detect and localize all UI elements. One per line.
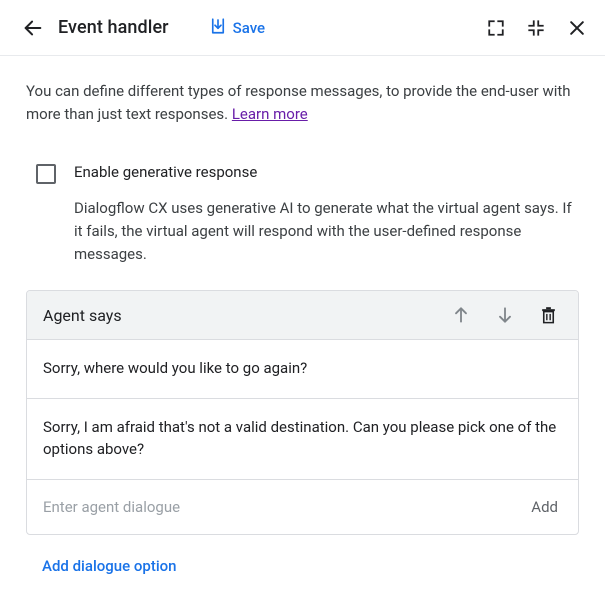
move-up-icon[interactable]	[451, 305, 471, 325]
header-bar: Event handler Save	[0, 0, 605, 56]
generative-label: Enable generative response	[74, 163, 573, 181]
save-button[interactable]: Save	[209, 17, 265, 39]
agent-dialogue-input[interactable]	[43, 494, 519, 520]
back-arrow-icon[interactable]	[22, 17, 44, 39]
save-label: Save	[233, 19, 265, 37]
generative-text: Enable generative response Dialogflow CX…	[74, 163, 573, 267]
close-icon[interactable]	[567, 18, 587, 38]
delete-icon[interactable]	[539, 306, 558, 325]
agent-says-title: Agent says	[43, 306, 451, 325]
generative-checkbox[interactable]	[36, 164, 56, 184]
exit-fullscreen-icon[interactable]	[527, 19, 545, 37]
agent-response-row[interactable]: Sorry, I am afraid that's not a valid de…	[27, 399, 578, 480]
header-left: Event handler	[22, 17, 169, 39]
move-down-icon[interactable]	[495, 305, 515, 325]
agent-says-actions	[451, 305, 558, 325]
agent-response-row[interactable]: Sorry, where would you like to go again?	[27, 340, 578, 399]
intro-text: You can define different types of respon…	[26, 80, 579, 127]
generative-description: Dialogflow CX uses generative AI to gene…	[74, 197, 573, 267]
agent-says-header: Agent says	[27, 291, 578, 340]
agent-says-card: Agent says	[26, 290, 579, 534]
add-dialogue-option-button[interactable]: Add dialogue option	[26, 535, 579, 575]
header-right	[487, 18, 587, 38]
page-title: Event handler	[58, 17, 169, 38]
generative-block: Enable generative response Dialogflow CX…	[26, 127, 579, 267]
add-response-button[interactable]: Add	[531, 498, 562, 516]
panel-body: You can define different types of respon…	[0, 56, 605, 575]
fullscreen-icon[interactable]	[487, 19, 505, 37]
agent-input-row: Add	[27, 480, 578, 534]
panel-root: Event handler Save	[0, 0, 605, 606]
learn-more-link[interactable]: Learn more	[232, 105, 308, 123]
save-icon	[209, 17, 227, 39]
